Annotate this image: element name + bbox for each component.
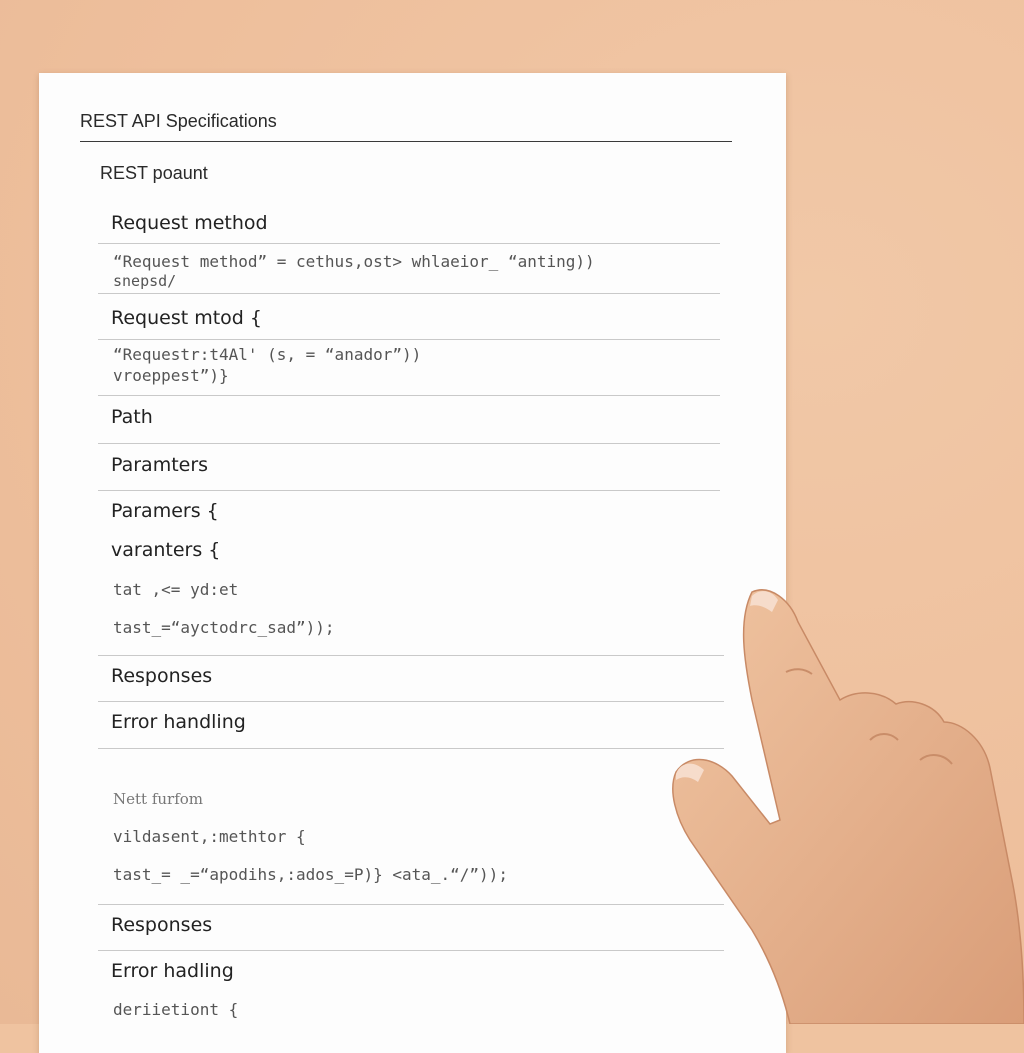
pointing-hand-icon (672, 589, 1024, 1024)
